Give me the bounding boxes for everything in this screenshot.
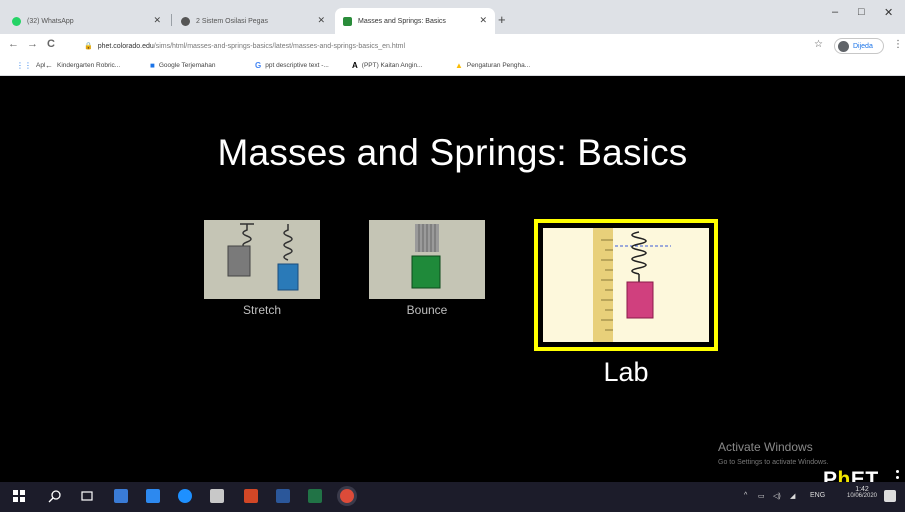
apps-grid-icon: ⋮⋮ bbox=[16, 61, 32, 70]
edge-icon[interactable] bbox=[178, 489, 192, 503]
bookmark-ppt-kaitan[interactable]: A (PPT) Kaitan Angin... bbox=[352, 61, 422, 70]
drive-icon: ▲ bbox=[455, 61, 463, 70]
close-icon[interactable]: ✕ bbox=[317, 15, 325, 26]
activate-windows-subtitle: Go to Settings to activate Windows. bbox=[718, 459, 829, 466]
mail-icon[interactable] bbox=[146, 489, 160, 503]
store-icon[interactable] bbox=[210, 489, 224, 503]
bookmark-star-icon[interactable]: ☆ bbox=[814, 39, 823, 50]
whatsapp-icon bbox=[12, 16, 21, 26]
bookmark-label: (PPT) Kaitan Angin... bbox=[361, 62, 423, 69]
windows-start-icon[interactable] bbox=[12, 489, 26, 503]
tab-title: (32) WhatsApp bbox=[27, 17, 74, 25]
arrow-icon: ← bbox=[45, 61, 53, 70]
bookmark-apps[interactable]: ⋮⋮ Apl bbox=[16, 61, 45, 70]
lab-label: Lab bbox=[603, 357, 649, 387]
browser-toolbar: ← → C 🔒 phet.colorado.edu /sims/html/mas… bbox=[0, 34, 905, 58]
clock[interactable]: 1:42 10/06/2020 bbox=[846, 486, 878, 499]
volume-icon[interactable]: ◁) bbox=[773, 492, 781, 500]
tab-title: 2 Sistem Osilasi Pegas bbox=[196, 17, 268, 25]
search-icon[interactable] bbox=[48, 489, 62, 503]
task-view-icon[interactable] bbox=[80, 489, 94, 503]
translate-icon: ■ bbox=[150, 61, 155, 70]
bounce-screen-icon bbox=[411, 224, 441, 289]
chrome-icon[interactable] bbox=[340, 489, 354, 503]
close-icon[interactable]: ✕ bbox=[479, 15, 487, 26]
back-button[interactable]: ← bbox=[8, 38, 19, 50]
url-host: phet.colorado.edu bbox=[97, 42, 154, 50]
reload-button[interactable]: C bbox=[47, 38, 55, 50]
avatar bbox=[838, 40, 849, 52]
bookmark-pengaturan[interactable]: ▲ Pengaturan Pengha... bbox=[455, 61, 530, 70]
powerpoint-icon[interactable] bbox=[244, 489, 258, 503]
clock-time: 1:42 bbox=[855, 486, 869, 493]
lab-screen-icon bbox=[543, 228, 709, 342]
maximize-button[interactable]: □ bbox=[858, 6, 865, 18]
windows-taskbar: ^ ▭ ◁) ◢ ENG 1:42 10/06/2020 bbox=[0, 482, 905, 512]
language-indicator[interactable]: ENG bbox=[810, 492, 825, 499]
phet-tab-icon bbox=[343, 16, 352, 26]
address-bar[interactable]: 🔒 phet.colorado.edu /sims/html/masses-an… bbox=[84, 37, 804, 55]
bookmark-google-translate[interactable]: ■ Google Terjemahan bbox=[150, 61, 215, 70]
tab-whatsapp[interactable]: (32) WhatsApp ✕ bbox=[4, 8, 169, 34]
lab-screen-button[interactable] bbox=[534, 219, 718, 351]
stretch-screen-button[interactable] bbox=[204, 220, 320, 299]
stretch-screen-icon bbox=[227, 223, 299, 291]
close-icon[interactable]: ✕ bbox=[153, 15, 161, 26]
tab-strip: (32) WhatsApp ✕ 2 Sistem Osilasi Pegas ✕… bbox=[0, 0, 905, 34]
bounce-screen-button[interactable] bbox=[369, 220, 485, 299]
bookmark-ppt-descriptive[interactable]: G ppt descriptive text -... bbox=[255, 61, 329, 70]
network-icon[interactable]: ◢ bbox=[790, 492, 795, 500]
lab-illustration bbox=[593, 228, 671, 342]
profile-label: Dijeda bbox=[853, 42, 873, 50]
url-path: /sims/html/masses-and-springs-basics/lat… bbox=[153, 42, 406, 50]
new-tab-button[interactable]: + bbox=[498, 12, 506, 27]
minimize-button[interactable]: – bbox=[832, 6, 838, 18]
bookmark-kindergarten[interactable]: ← Kindergarten Robric... bbox=[45, 61, 120, 70]
tab-sistem-osilasi[interactable]: 2 Sistem Osilasi Pegas ✕ bbox=[173, 8, 333, 34]
bookmark-label: Google Terjemahan bbox=[158, 62, 216, 69]
excel-icon[interactable] bbox=[308, 489, 322, 503]
bookmark-label: ppt descriptive text -... bbox=[265, 62, 329, 69]
close-window-button[interactable]: ✕ bbox=[884, 6, 893, 19]
bookmarks-bar: ⋮⋮ Apl ← Kindergarten Robric... ■ Google… bbox=[0, 58, 905, 76]
bookmark-label: Pengaturan Pengha... bbox=[466, 62, 531, 69]
forward-button[interactable]: → bbox=[27, 38, 38, 50]
stretch-label: Stretch bbox=[242, 303, 281, 317]
tab-masses-springs[interactable]: Masses and Springs: Basics ✕ bbox=[335, 8, 495, 34]
notification-icon[interactable] bbox=[884, 490, 896, 502]
sim-title: Masses and Springs: Basics bbox=[217, 132, 688, 173]
google-icon: G bbox=[255, 61, 262, 70]
profile-button[interactable]: Dijeda bbox=[834, 38, 884, 54]
lock-icon: 🔒 bbox=[84, 43, 93, 50]
word-icon[interactable] bbox=[276, 489, 290, 503]
bounce-label: Bounce bbox=[406, 303, 448, 317]
clock-date: 10/06/2020 bbox=[846, 493, 878, 499]
tab-title: Masses and Springs: Basics bbox=[358, 17, 446, 25]
tab-separator bbox=[171, 14, 172, 26]
bookmark-label: Kindergarten Robric... bbox=[57, 62, 121, 69]
file-explorer-icon[interactable] bbox=[114, 489, 128, 503]
menu-kebab-icon[interactable]: ⋮ bbox=[893, 39, 903, 50]
globe-icon bbox=[181, 16, 190, 26]
screen: (32) WhatsApp ✕ 2 Sistem Osilasi Pegas ✕… bbox=[0, 0, 905, 512]
bookmark-label: Apl bbox=[36, 62, 46, 69]
activate-windows-title: Activate Windows bbox=[718, 440, 813, 454]
a-icon: A bbox=[352, 61, 358, 70]
tray-caret-icon[interactable]: ^ bbox=[744, 492, 747, 499]
battery-icon[interactable]: ▭ bbox=[758, 492, 765, 500]
